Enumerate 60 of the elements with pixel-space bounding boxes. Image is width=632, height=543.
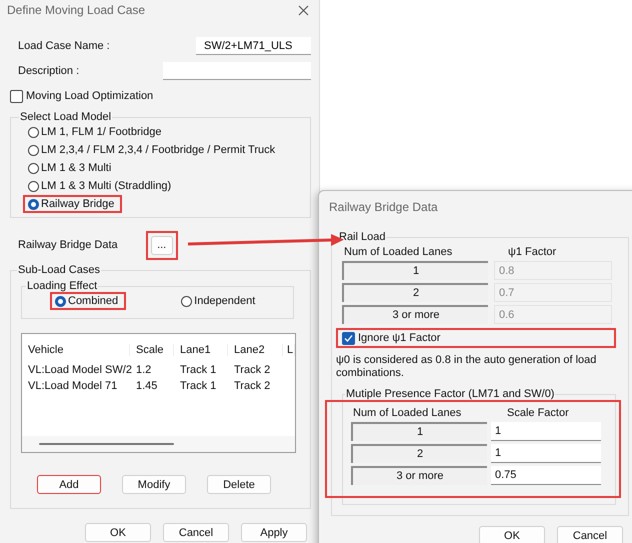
dialog-button[interactable]: Cancel: [163, 523, 229, 542]
lane-cell: 1: [342, 261, 488, 280]
dialog-button[interactable]: OK: [479, 526, 545, 543]
table-cell-text: Track 1: [179, 380, 218, 392]
browse-button[interactable]: ...: [150, 236, 173, 254]
column-header: ψ1 Factor: [507, 246, 556, 258]
column-header: Num of Loaded Lanes: [352, 407, 462, 419]
group-title: Select Load Model: [19, 111, 112, 123]
group-title: Rail Load: [338, 231, 386, 243]
field-label: Load Case Name :: [17, 40, 110, 52]
action-button[interactable]: Add: [37, 475, 101, 494]
action-button[interactable]: Delete: [207, 475, 271, 494]
column-header[interactable]: Scale: [130, 344, 174, 356]
column-header[interactable]: L: [283, 344, 295, 356]
group-title: Loading Effect: [26, 280, 98, 292]
column-header: Scale Factor: [506, 407, 569, 419]
table-cell-text: 1.45: [135, 380, 158, 392]
close-icon[interactable]: [298, 4, 309, 16]
table-cell-text: Track 2: [233, 364, 272, 376]
column-header: Num of Loaded Lanes: [343, 246, 454, 258]
dialog-button[interactable]: Apply: [241, 523, 307, 542]
description-field[interactable]: [163, 62, 311, 80]
column-header[interactable]: Lane1: [174, 344, 228, 356]
field-label: Description :: [17, 65, 80, 77]
radio-option[interactable]: LM 2,3,4 / FLM 2,3,4 / Footbridge / Permit Truck: [23, 141, 284, 159]
group-title: Mutiple Presence Factor (LM71 and SW/0): [345, 388, 556, 400]
group-title: Sub-Load Cases: [17, 264, 101, 276]
table-cell-text: 1.2: [135, 364, 152, 376]
window-title: Railway Bridge Data: [329, 200, 438, 214]
ignore-checkbox[interactable]: Ignore ψ1 Factor: [336, 328, 616, 348]
dialog-button[interactable]: Cancel: [557, 526, 623, 543]
column-header[interactable]: Lane2: [228, 344, 283, 356]
optimization-checkbox[interactable]: Moving Load Optimization: [10, 87, 154, 105]
radio-option[interactable]: LM 1 & 3 Multi: [23, 159, 120, 177]
note-text: ψ0 is considered as 0.8 in the auto generation of load combinations.: [336, 354, 598, 380]
radio-option[interactable]: LM 1 & 3 Multi (Straddling): [23, 177, 180, 195]
column-header[interactable]: Vehicle: [22, 344, 130, 356]
table-cell-text: Track 1: [179, 364, 218, 376]
radio-option[interactable]: Railway Bridge: [23, 195, 122, 213]
check-icon: [344, 334, 353, 342]
lane-cell: 2: [351, 444, 487, 463]
radio-option[interactable]: Combined: [50, 292, 126, 310]
table-cell-text: VL:Load Model 71: [27, 380, 118, 392]
lane-cell: 2: [342, 283, 488, 302]
scrollbar[interactable]: [22, 436, 295, 452]
factor-field[interactable]: 1: [491, 422, 601, 441]
factor-field[interactable]: 1: [491, 444, 601, 463]
window-title: Define Moving Load Case: [7, 3, 146, 17]
table-cell-text: Track 2: [233, 380, 272, 392]
load-case-name-field[interactable]: SW/2+LM71_ULS: [196, 37, 311, 55]
radio-option[interactable]: Independent: [176, 292, 264, 310]
table-cell-text: VL:Load Model SW/2: [27, 364, 130, 376]
radio-option[interactable]: LM 1, FLM 1/ Footbridge: [23, 123, 170, 141]
action-button[interactable]: Modify: [122, 475, 186, 494]
lane-cell: 3 or more: [351, 466, 487, 485]
lane-cell: 1: [351, 422, 487, 441]
factor-field[interactable]: 0.75: [491, 466, 601, 485]
field-label: Railway Bridge Data: [17, 239, 118, 251]
lane-cell: 3 or more: [342, 305, 488, 324]
dialog-button[interactable]: OK: [85, 523, 151, 542]
